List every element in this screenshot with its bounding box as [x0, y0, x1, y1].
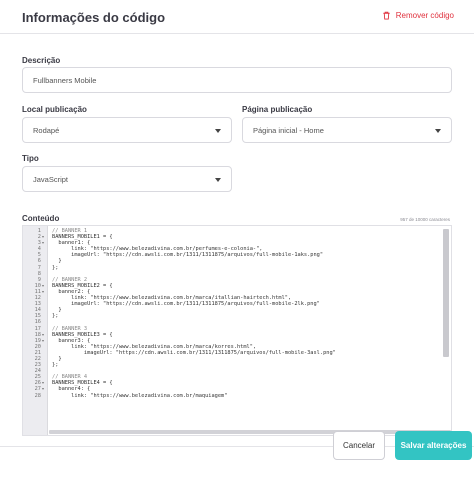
fold-toggle-icon[interactable]	[42, 339, 44, 342]
type-label: Tipo	[22, 154, 39, 163]
character-counter: 957 de 10000 caracteres	[400, 217, 450, 222]
page-label: Página publicação	[242, 105, 313, 114]
chevron-down-icon	[215, 129, 221, 133]
panel-header: Informações do código Remover código	[0, 0, 474, 34]
page-title: Informações do código	[22, 10, 166, 25]
page-select[interactable]: Página inicial - Home	[242, 117, 452, 143]
code-lines: 1// BANNER 1 2 BANNERS_MOBILE1 = {3 banner…	[23, 228, 443, 399]
chevron-down-icon	[215, 178, 221, 182]
code-editor[interactable]: 1// BANNER 1 2 BANNERS_MOBILE1 = {3 banner…	[22, 225, 452, 436]
fold-toggle-icon[interactable]	[42, 242, 44, 245]
remove-code-button[interactable]: Remover código	[382, 11, 454, 20]
fold-toggle-icon[interactable]	[42, 382, 44, 385]
type-select[interactable]: JavaScript	[22, 166, 232, 192]
vertical-scrollbar[interactable]	[443, 229, 449, 357]
page-value: Página inicial - Home	[253, 125, 324, 135]
fold-toggle-icon[interactable]	[42, 284, 44, 287]
local-label: Local publicação	[22, 105, 87, 114]
save-button[interactable]: Salvar alterações	[395, 431, 472, 460]
chevron-down-icon	[435, 129, 441, 133]
trash-icon	[383, 11, 390, 20]
description-value: Fullbanners Mobile	[33, 75, 97, 85]
description-label: Descrição	[22, 56, 61, 65]
horizontal-scrollbar[interactable]	[49, 430, 451, 434]
type-value: JavaScript	[33, 174, 69, 184]
cancel-button[interactable]: Cancelar	[333, 431, 385, 460]
fold-toggle-icon[interactable]	[42, 388, 44, 391]
code-line: 28 link: "https://www.belezadivina.com.b…	[23, 393, 443, 399]
remove-code-label: Remover código	[395, 11, 454, 20]
description-field[interactable]: Fullbanners Mobile	[22, 67, 452, 93]
fold-toggle-icon[interactable]	[42, 236, 44, 239]
fold-toggle-icon[interactable]	[42, 333, 44, 336]
fold-toggle-icon[interactable]	[42, 290, 44, 293]
local-value: Rodapé	[33, 125, 60, 135]
line-number: 28	[34, 392, 41, 399]
local-select[interactable]: Rodapé	[22, 117, 232, 143]
content-label: Conteúdo	[22, 214, 60, 223]
line-code: link: "https://www.belezadivina.com.br/m…	[52, 392, 228, 399]
code-info-panel: Informações do código Remover código Des…	[0, 0, 474, 488]
